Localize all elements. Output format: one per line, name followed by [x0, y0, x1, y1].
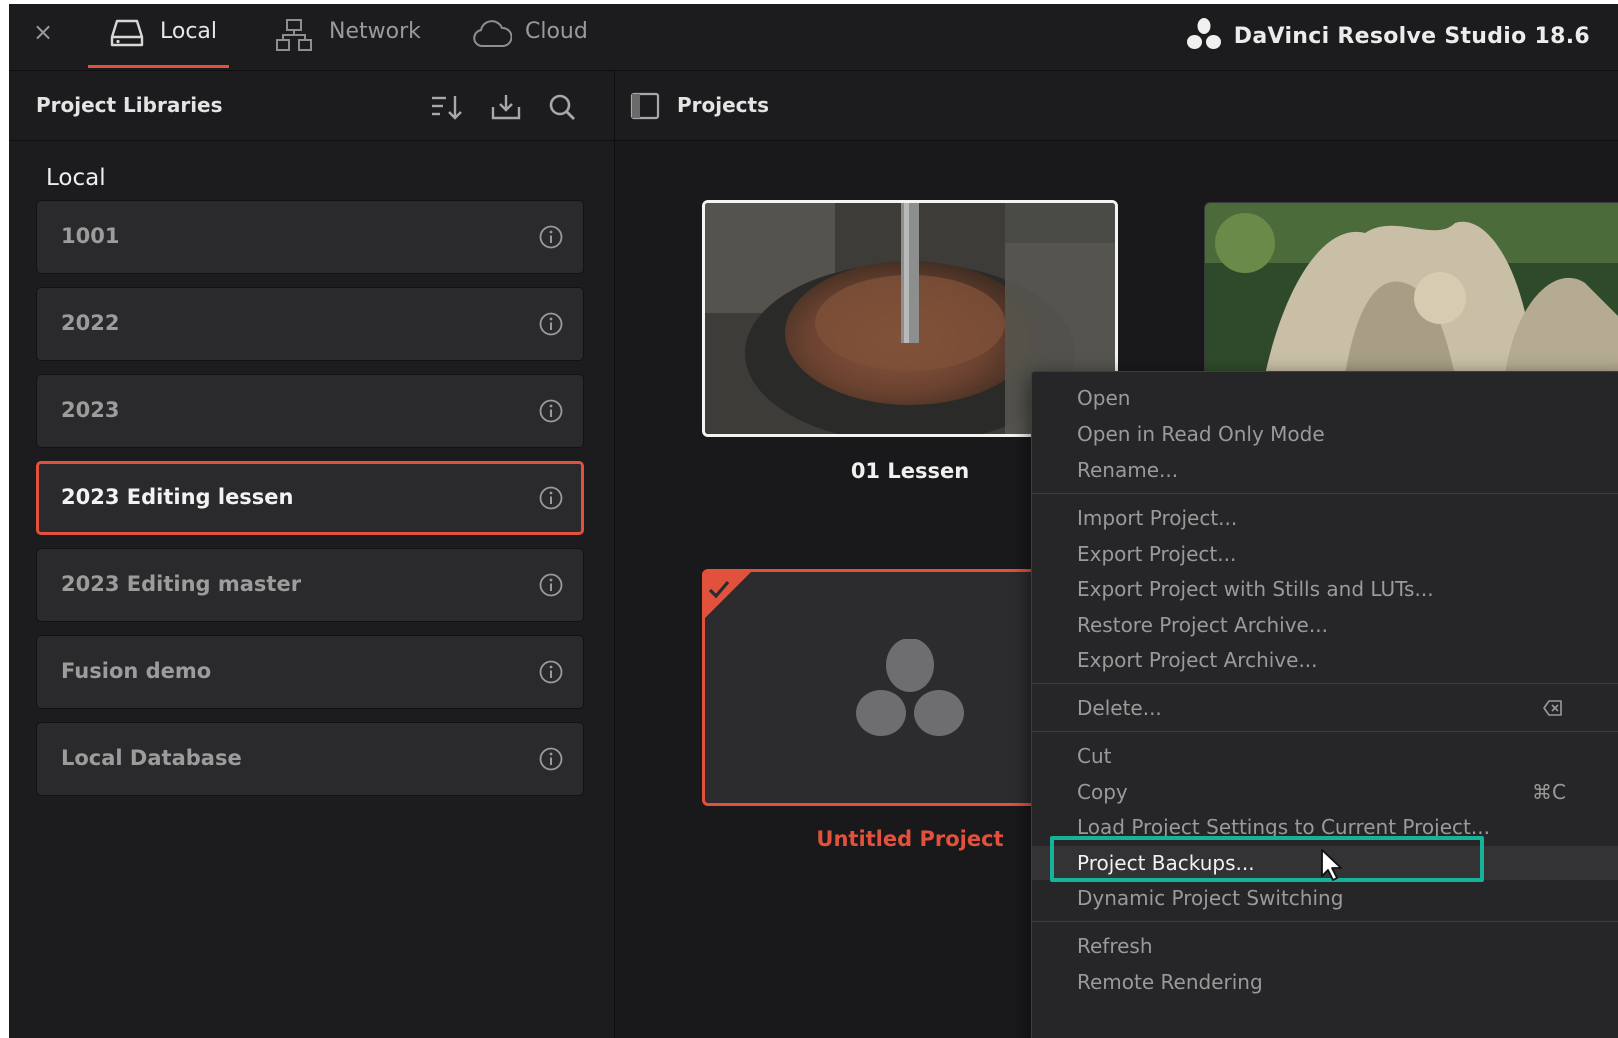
- app-title: DaVinci Resolve Studio 18.6: [1233, 23, 1590, 49]
- library-name: 1001: [61, 224, 120, 248]
- tab-network[interactable]: Network: [275, 4, 425, 68]
- menu-item-import-project[interactable]: Import Project...: [1032, 501, 1618, 535]
- menu-item-shortcut: ⌘C: [1532, 780, 1566, 804]
- top-bar: × Local Network Cloud DaVinci Resolve St…: [9, 4, 1618, 71]
- menu-separator: [1032, 921, 1618, 922]
- panel-header: Projects: [615, 71, 1618, 141]
- mouse-pointer-icon: [1320, 848, 1344, 882]
- library-name: 2023: [61, 398, 120, 422]
- menu-item-export-project[interactable]: Export Project...: [1032, 537, 1618, 571]
- menu-item-label: Import Project...: [1077, 506, 1238, 530]
- active-tab-indicator: [88, 65, 229, 68]
- library-name: Local Database: [61, 746, 242, 770]
- info-icon[interactable]: [539, 399, 563, 423]
- tab-label: Local: [160, 19, 218, 44]
- library-name: Fusion demo: [61, 659, 212, 683]
- library-item[interactable]: 2022: [36, 287, 584, 361]
- menu-item-export-project-archive[interactable]: Export Project Archive...: [1032, 643, 1618, 677]
- info-icon[interactable]: [539, 660, 563, 684]
- info-icon[interactable]: [539, 573, 563, 597]
- menu-item-label: Dynamic Project Switching: [1077, 886, 1344, 910]
- menu-item-remote-rendering[interactable]: Remote Rendering: [1032, 965, 1618, 999]
- sidebar-toggle-icon[interactable]: [630, 92, 660, 124]
- delete-key-icon: [1543, 699, 1563, 721]
- sort-icon[interactable]: [430, 93, 464, 121]
- menu-item-cut[interactable]: Cut: [1032, 739, 1618, 773]
- search-icon[interactable]: [547, 93, 581, 121]
- davinci-logo-icon: [1186, 17, 1222, 55]
- menu-item-label: Rename...: [1077, 458, 1179, 482]
- menu-item-copy[interactable]: Copy ⌘C: [1032, 775, 1618, 809]
- info-icon[interactable]: [539, 312, 563, 336]
- tab-local[interactable]: Local: [88, 4, 229, 68]
- menu-item-delete[interactable]: Delete...: [1032, 691, 1618, 725]
- brand: DaVinci Resolve Studio 18.6: [1186, 18, 1590, 54]
- library-name: 2023 Editing lessen: [61, 485, 294, 509]
- panel-title: Project Libraries: [36, 93, 223, 117]
- menu-item-restore-project-archive[interactable]: Restore Project Archive...: [1032, 608, 1618, 642]
- davinci-placeholder-icon: [856, 639, 964, 736]
- info-icon[interactable]: [539, 225, 563, 249]
- section-title: Local: [46, 165, 106, 191]
- menu-item-dynamic-project-switching[interactable]: Dynamic Project Switching: [1032, 881, 1618, 915]
- info-icon[interactable]: [539, 486, 563, 510]
- library-item-selected[interactable]: 2023 Editing lessen: [36, 461, 584, 535]
- menu-item-label: Export Project Archive...: [1077, 648, 1318, 672]
- project-libraries-panel: Project Libraries Local 1001 2022 2023 2: [9, 71, 615, 1038]
- menu-item-label: Delete...: [1077, 696, 1162, 720]
- menu-item-label: Restore Project Archive...: [1077, 613, 1328, 637]
- project-thumbnail[interactable]: [1204, 202, 1618, 374]
- menu-item-open[interactable]: Open: [1032, 381, 1618, 415]
- menu-item-label: Open: [1077, 386, 1131, 410]
- tab-label: Network: [329, 19, 421, 44]
- library-item[interactable]: 2023: [36, 374, 584, 448]
- project-manager-window: × Local Network Cloud DaVinci Resolve St…: [9, 4, 1618, 1038]
- menu-item-rename[interactable]: Rename...: [1032, 453, 1618, 487]
- panel-title: Projects: [677, 93, 770, 117]
- library-item[interactable]: 1001: [36, 200, 584, 274]
- network-icon: [275, 18, 313, 56]
- menu-item-label: Copy: [1077, 780, 1128, 804]
- menu-item-open-read-only[interactable]: Open in Read Only Mode: [1032, 417, 1618, 451]
- menu-item-export-project-stills-luts[interactable]: Export Project with Stills and LUTs...: [1032, 572, 1618, 606]
- menu-item-label: Export Project...: [1077, 542, 1237, 566]
- library-item[interactable]: Local Database: [36, 722, 584, 796]
- menu-item-label: Cut: [1077, 744, 1112, 768]
- info-icon[interactable]: [539, 747, 563, 771]
- menu-item-label: Remote Rendering: [1077, 970, 1263, 994]
- cloud-icon: [472, 20, 513, 52]
- close-icon[interactable]: ×: [33, 20, 53, 44]
- tab-label: Cloud: [525, 19, 588, 44]
- import-icon[interactable]: [489, 93, 523, 121]
- statue-photo: [1205, 203, 1618, 373]
- menu-item-label: Export Project with Stills and LUTs...: [1077, 577, 1434, 601]
- library-item[interactable]: 2023 Editing master: [36, 548, 584, 622]
- menu-separator: [1032, 493, 1618, 494]
- library-item[interactable]: Fusion demo: [36, 635, 584, 709]
- context-menu: Open Open in Read Only Mode Rename... Im…: [1031, 371, 1618, 1038]
- menu-separator: [1032, 731, 1618, 732]
- menu-separator: [1032, 683, 1618, 684]
- tab-cloud[interactable]: Cloud: [472, 4, 602, 68]
- hard-drive-icon: [110, 17, 144, 53]
- menu-item-label: Open in Read Only Mode: [1077, 422, 1325, 446]
- panel-header: Project Libraries: [9, 71, 614, 141]
- library-name: 2023 Editing master: [61, 572, 302, 596]
- menu-item-refresh[interactable]: Refresh: [1032, 929, 1618, 963]
- highlight-box: [1050, 836, 1484, 882]
- library-name: 2022: [61, 311, 120, 335]
- current-project-checkmark-icon: [705, 572, 751, 618]
- menu-item-label: Refresh: [1077, 934, 1153, 958]
